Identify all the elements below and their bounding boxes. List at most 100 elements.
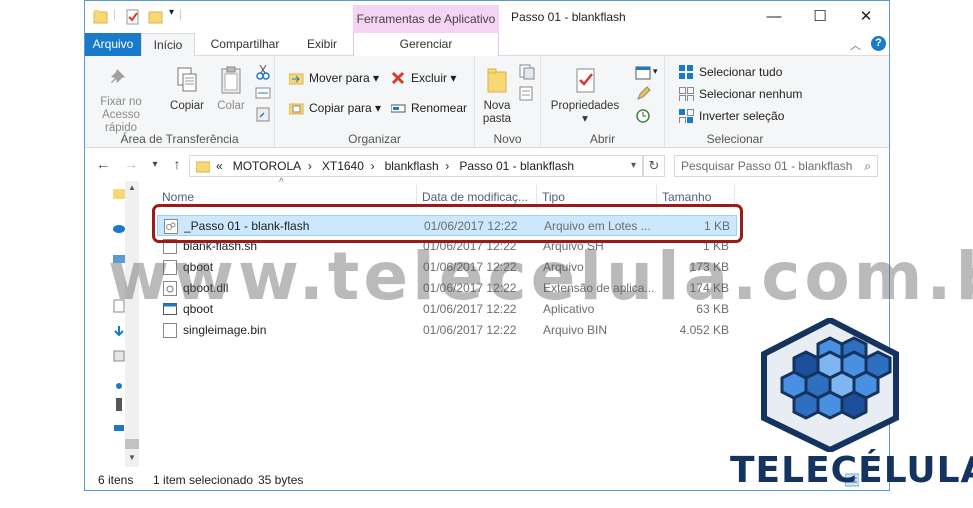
breadcrumb-overflow[interactable]: « — [216, 159, 223, 173]
invert-selection-button[interactable]: Inverter seleção — [679, 106, 784, 126]
new-item-icon[interactable] — [519, 64, 537, 80]
tab-home[interactable]: Início — [141, 33, 195, 57]
downloads-icon[interactable] — [113, 325, 125, 339]
group-select: Selecionar tudo Selecionar nenhum Invert… — [665, 56, 805, 148]
breadcrumb-item[interactable]: blankflash — [385, 159, 439, 173]
history-icon[interactable] — [635, 108, 651, 124]
breadcrumb: « MOTOROLA › XT1640 › blankflash › Passo… — [216, 156, 574, 176]
collapse-ribbon-icon[interactable]: ︿ — [850, 37, 861, 53]
search-icon: ⌕ — [864, 159, 871, 173]
status-size: 35 bytes — [258, 473, 304, 487]
select-none-icon — [679, 87, 694, 101]
recent-locations-icon[interactable]: ▾ — [145, 159, 165, 170]
dropdown-arrow-icon: ▾ — [582, 113, 588, 125]
status-item-count: 6 itens — [98, 473, 134, 487]
paste-button[interactable]: Colar — [211, 66, 251, 113]
help-icon[interactable]: ? — [871, 36, 886, 51]
file-size: 4.052 KB — [679, 323, 729, 337]
file-date: 01/06/2017 12:22 — [423, 323, 517, 337]
rename-icon — [391, 104, 406, 113]
group-label-select: Selecionar — [706, 132, 764, 146]
close-button[interactable]: ✕ — [843, 1, 889, 33]
move-to-label: Mover para — [309, 71, 370, 85]
properties-button[interactable]: Propriedades ▾ — [549, 66, 621, 126]
tab-view[interactable]: Exibir — [297, 33, 347, 56]
chevron-right-icon[interactable]: › — [445, 159, 449, 173]
quick-access-folder-icon[interactable] — [113, 187, 125, 201]
file-icon — [163, 323, 177, 338]
pin-icon — [111, 69, 125, 83]
open-icon[interactable] — [635, 66, 651, 80]
new-folder-label: Nova pasta — [482, 100, 512, 125]
cut-icon[interactable] — [255, 64, 271, 80]
navigation-bar: ← → ▾ ↑ « MOTOROLA › XT1640 › blankflash… — [85, 151, 889, 181]
context-tab-app-tools: Ferramentas de Aplicativo — [353, 5, 499, 33]
new-folder-quick-icon[interactable] — [148, 9, 164, 25]
music-icon[interactable] — [113, 377, 125, 391]
network-icon[interactable] — [113, 421, 125, 435]
breadcrumb-item[interactable]: MOTOROLA — [233, 159, 301, 173]
address-bar[interactable]: « MOTOROLA › XT1640 › blankflash › Passo… — [189, 155, 643, 177]
group-label-clipboard: Área de Transferência — [120, 132, 239, 146]
pictures-icon[interactable] — [113, 349, 125, 363]
refresh-icon[interactable]: ↻ — [643, 155, 665, 177]
breadcrumb-item[interactable]: Passo 01 - blankflash — [459, 159, 574, 173]
scroll-thumb[interactable] — [125, 439, 139, 449]
paste-shortcut-icon[interactable] — [255, 106, 271, 122]
file-type: Arquivo BIN — [543, 323, 608, 337]
easy-access-icon[interactable] — [519, 86, 537, 102]
breadcrumb-item[interactable]: XT1640 — [322, 159, 364, 173]
copy-button[interactable]: Copiar — [167, 66, 207, 113]
forward-arrow-icon[interactable]: → — [121, 156, 141, 172]
search-input[interactable]: Pesquisar Passo 01 - blankflash ⌕ — [674, 155, 878, 177]
tab-share[interactable]: Compartilhar — [203, 33, 287, 56]
select-all-label: Selecionar tudo — [699, 65, 783, 79]
copy-icon — [177, 67, 197, 92]
paste-icon — [221, 66, 241, 94]
properties-quick-icon[interactable] — [125, 9, 141, 25]
up-arrow-icon[interactable]: ↑ — [167, 156, 187, 172]
nav-scrollbar[interactable]: ▲ ▼ — [125, 181, 139, 467]
separator: | — [179, 7, 183, 21]
pin-quick-access-button[interactable]: Fixar no Acesso rápido — [91, 66, 151, 135]
table-row[interactable]: singleimage.bin 01/06/2017 12:22 Arquivo… — [157, 320, 737, 341]
properties-icon — [576, 68, 595, 93]
customize-quick-access-icon[interactable]: ▾ — [169, 7, 174, 23]
group-new: Nova pasta Novo — [475, 56, 541, 148]
videos-icon[interactable] — [113, 397, 125, 411]
copy-to-button[interactable]: Copiar para ▾ — [289, 98, 381, 118]
back-arrow-icon[interactable]: ← — [93, 156, 113, 172]
rename-button[interactable]: Renomear — [391, 98, 467, 118]
delete-button[interactable]: Excluir ▾ — [391, 68, 456, 88]
maximize-button[interactable]: ☐ — [797, 1, 843, 33]
group-organize: Mover para ▾ Copiar para ▾ Excluir ▾ Ren… — [275, 56, 475, 148]
tab-file[interactable]: Arquivo — [85, 33, 141, 56]
dropdown-arrow-icon: ▾ — [375, 101, 382, 115]
scroll-up-icon[interactable]: ▲ — [128, 183, 136, 192]
edit-icon[interactable] — [635, 86, 651, 102]
invert-selection-label: Inverter seleção — [699, 109, 785, 123]
paste-label: Colar — [217, 100, 245, 112]
group-label-organize: Organizar — [348, 132, 401, 146]
onedrive-icon[interactable] — [113, 221, 125, 235]
move-to-button[interactable]: Mover para ▾ — [289, 68, 379, 88]
copy-path-icon[interactable] — [255, 86, 271, 100]
folder-icon[interactable] — [93, 9, 109, 25]
navigation-pane: ▲ ▼ — [85, 181, 143, 467]
address-dropdown-icon[interactable]: ▾ — [631, 156, 636, 176]
select-all-button[interactable]: Selecionar tudo — [679, 62, 782, 82]
tab-manage[interactable]: Gerenciar — [353, 33, 499, 56]
scroll-down-icon[interactable]: ▼ — [128, 453, 136, 462]
new-folder-button[interactable]: Nova pasta — [479, 66, 515, 126]
group-open: Propriedades ▾ ▾ Abrir — [541, 56, 665, 148]
group-clipboard: Fixar no Acesso rápido Copiar Colar Área… — [85, 56, 275, 148]
select-all-icon — [679, 65, 693, 79]
chevron-right-icon[interactable]: › — [308, 159, 312, 173]
copy-to-label: Copiar para — [309, 101, 372, 115]
select-none-button[interactable]: Selecionar nenhum — [679, 84, 802, 104]
watermark: www.telecelula.com.br — [108, 238, 973, 315]
brand-logo-icon — [761, 318, 899, 452]
folder-icon — [196, 161, 210, 173]
chevron-right-icon[interactable]: › — [371, 159, 375, 173]
minimize-button[interactable]: — — [751, 1, 797, 33]
